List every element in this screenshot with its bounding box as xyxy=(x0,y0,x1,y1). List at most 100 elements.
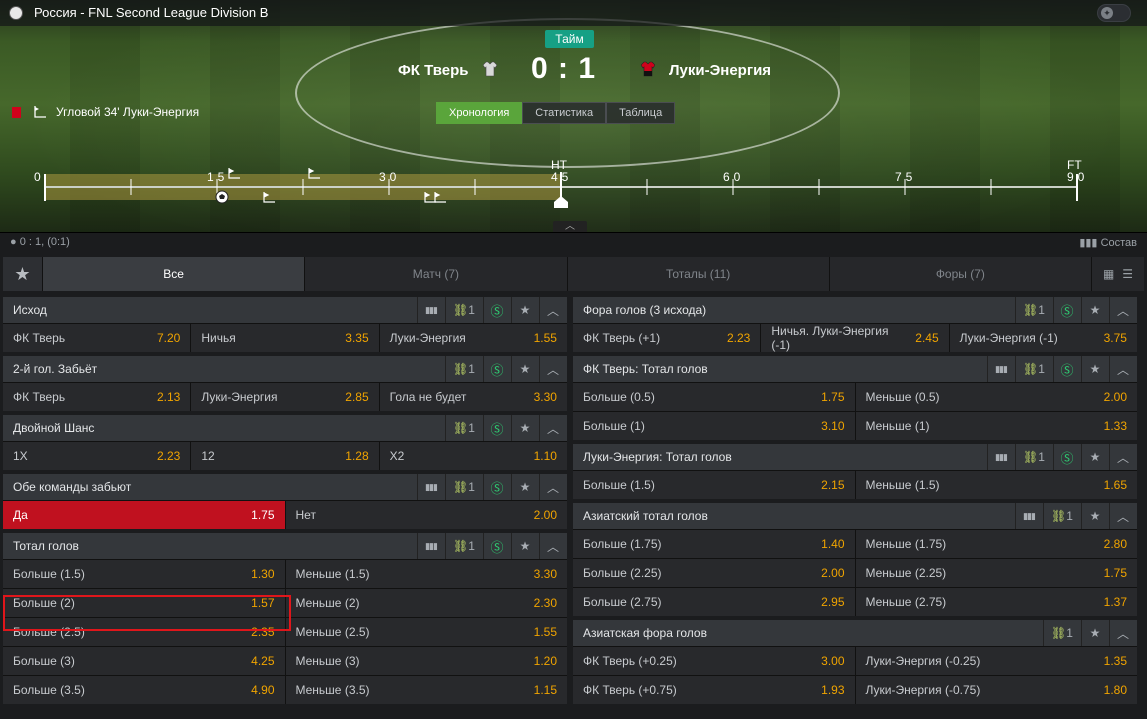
chevron-up-icon[interactable]: ︿ xyxy=(539,533,567,559)
link-icon[interactable]: ⛓ 1 xyxy=(1043,503,1081,529)
link-icon[interactable]: ⛓ 1 xyxy=(445,297,483,323)
chevron-up-icon[interactable]: ︿ xyxy=(539,297,567,323)
chevron-up-icon[interactable]: ︿ xyxy=(1109,444,1137,470)
odds-button[interactable]: Луки-Энергия 2.85 xyxy=(191,383,380,411)
chart-icon[interactable]: ▮▮▮ xyxy=(987,356,1015,382)
odds-button[interactable]: Больше (1.5) 1.30 xyxy=(3,560,286,588)
cashout-icon[interactable]: Ⓢ xyxy=(483,474,511,500)
tab-chronology[interactable]: Хронология xyxy=(436,102,523,124)
market-header[interactable]: Азиатская фора голов ︿ ★ ⛓ 1 xyxy=(573,620,1137,646)
star-icon[interactable]: ★ xyxy=(511,533,539,559)
tab-statistics[interactable]: Статистика xyxy=(522,102,607,124)
odds-button[interactable]: Нет 2.00 xyxy=(285,501,567,529)
odds-button[interactable]: ФК Тверь 2.13 xyxy=(3,383,192,411)
link-icon[interactable]: ⛓ 1 xyxy=(1043,620,1081,646)
odds-button[interactable]: 12 1.28 xyxy=(191,442,380,470)
star-icon[interactable]: ★ xyxy=(511,474,539,500)
odds-button[interactable]: 1X 2.23 xyxy=(3,442,192,470)
link-icon[interactable]: ⛓ 1 xyxy=(1015,444,1053,470)
odds-button[interactable]: Больше (3.5) 4.90 xyxy=(3,676,286,704)
odds-button[interactable]: ФК Тверь 7.20 xyxy=(3,324,192,352)
chevron-up-icon[interactable]: ︿ xyxy=(539,474,567,500)
link-icon[interactable]: ⛓ 1 xyxy=(1015,356,1053,382)
cashout-icon[interactable]: Ⓢ xyxy=(483,415,511,441)
odds-button[interactable]: Меньше (0.5) 2.00 xyxy=(855,383,1137,411)
odds-button[interactable]: Ничья. Луки-Энергия (-1) 2.45 xyxy=(761,324,950,352)
odds-button[interactable]: Меньше (2) 2.30 xyxy=(285,589,567,617)
chevron-up-icon[interactable]: ︿ xyxy=(1109,503,1137,529)
odds-button[interactable]: Больше (0.5) 1.75 xyxy=(573,383,856,411)
odds-button[interactable]: Больше (2) 1.57 xyxy=(3,589,286,617)
link-icon[interactable]: ⛓ 1 xyxy=(1015,297,1053,323)
market-header[interactable]: Двойной Шанс ︿ ★ Ⓢ ⛓ 1 xyxy=(3,415,567,441)
odds-button[interactable]: Меньше (1.75) 2.80 xyxy=(855,530,1137,558)
tab-all[interactable]: Все xyxy=(43,257,306,291)
odds-button[interactable]: ФК Тверь (+0.25) 3.00 xyxy=(573,647,856,675)
chart-icon[interactable]: ▮▮▮ xyxy=(417,533,445,559)
market-header[interactable]: Луки-Энергия: Тотал голов ︿ ★ Ⓢ ⛓ 1 ▮▮▮ xyxy=(573,444,1137,470)
grid-view-icon[interactable]: ▦ xyxy=(1103,267,1114,281)
chevron-up-icon[interactable]: ︿ xyxy=(1109,297,1137,323)
odds-button[interactable]: Луки-Энергия 1.55 xyxy=(379,324,567,352)
link-icon[interactable]: ⛓ 1 xyxy=(445,474,483,500)
cashout-icon[interactable]: Ⓢ xyxy=(1053,297,1081,323)
tab-totals[interactable]: Тоталы (11) xyxy=(567,257,830,291)
chart-icon[interactable]: ▮▮▮ xyxy=(987,444,1015,470)
chevron-up-icon[interactable]: ︿ xyxy=(539,415,567,441)
chart-icon[interactable]: ▮▮▮ xyxy=(417,474,445,500)
odds-button[interactable]: Больше (2.5) 2.35 xyxy=(3,618,286,646)
chevron-up-icon[interactable]: ︿ xyxy=(539,356,567,382)
odds-button[interactable]: Луки-Энергия (-0.25) 1.35 xyxy=(855,647,1137,675)
cashout-icon[interactable]: Ⓢ xyxy=(1053,444,1081,470)
collapse-header-button[interactable]: ︿ xyxy=(553,221,587,232)
market-header[interactable]: Фора голов (3 исхода) ︿ ★ Ⓢ ⛓ 1 xyxy=(573,297,1137,323)
star-icon[interactable]: ★ xyxy=(1081,503,1109,529)
odds-button[interactable]: Меньше (2.75) 1.37 xyxy=(855,588,1137,616)
odds-button[interactable]: Меньше (1) 1.33 xyxy=(855,412,1137,440)
list-view-icon[interactable]: ☰ xyxy=(1122,267,1133,281)
odds-button[interactable]: X2 1.10 xyxy=(379,442,567,470)
chart-icon[interactable]: ▮▮▮ xyxy=(1015,503,1043,529)
star-icon[interactable]: ★ xyxy=(511,297,539,323)
odds-button[interactable]: Меньше (3) 1.20 xyxy=(285,647,567,675)
odds-button[interactable]: Да 1.75 xyxy=(3,501,286,529)
tab-match[interactable]: Матч (7) xyxy=(305,257,568,291)
star-icon[interactable]: ★ xyxy=(511,415,539,441)
odds-button[interactable]: ФК Тверь (+0.75) 1.93 xyxy=(573,676,856,704)
chart-icon[interactable]: ▮▮▮ xyxy=(417,297,445,323)
link-icon[interactable]: ⛓ 1 xyxy=(445,356,483,382)
cashout-icon[interactable]: Ⓢ xyxy=(483,297,511,323)
market-header[interactable]: Обе команды забьют ︿ ★ Ⓢ ⛓ 1 ▮▮▮ xyxy=(3,474,567,500)
odds-button[interactable]: Больше (3) 4.25 xyxy=(3,647,286,675)
tab-handicaps[interactable]: Форы (7) xyxy=(829,257,1092,291)
odds-button[interactable]: Луки-Энергия (-1) 3.75 xyxy=(949,324,1137,352)
settings-toggle[interactable]: ✦ xyxy=(1097,4,1131,22)
star-icon[interactable]: ★ xyxy=(1081,297,1109,323)
cashout-icon[interactable]: Ⓢ xyxy=(483,356,511,382)
market-header[interactable]: Исход ︿ ★ Ⓢ ⛓ 1 ▮▮▮ xyxy=(3,297,567,323)
cashout-icon[interactable]: Ⓢ xyxy=(1053,356,1081,382)
lineup-link[interactable]: ▮▮▮ Состав xyxy=(1079,236,1137,249)
link-icon[interactable]: ⛓ 1 xyxy=(445,415,483,441)
favorites-star-icon[interactable]: ★ xyxy=(3,257,43,291)
market-header[interactable]: Тотал голов ︿ ★ Ⓢ ⛓ 1 ▮▮▮ xyxy=(3,533,567,559)
star-icon[interactable]: ★ xyxy=(1081,356,1109,382)
odds-button[interactable]: Ничья 3.35 xyxy=(191,324,380,352)
odds-button[interactable]: Меньше (3.5) 1.15 xyxy=(285,676,567,704)
odds-button[interactable]: ФК Тверь (+1) 2.23 xyxy=(573,324,762,352)
odds-button[interactable]: Меньше (1.5) 3.30 xyxy=(285,560,567,588)
market-header[interactable]: ФК Тверь: Тотал голов ︿ ★ Ⓢ ⛓ 1 ▮▮▮ xyxy=(573,356,1137,382)
odds-button[interactable]: Больше (1) 3.10 xyxy=(573,412,856,440)
chevron-up-icon[interactable]: ︿ xyxy=(1109,620,1137,646)
chevron-up-icon[interactable]: ︿ xyxy=(1109,356,1137,382)
tab-table[interactable]: Таблица xyxy=(606,102,676,124)
star-icon[interactable]: ★ xyxy=(511,356,539,382)
link-icon[interactable]: ⛓ 1 xyxy=(445,533,483,559)
odds-button[interactable]: Больше (2.75) 2.95 xyxy=(573,588,856,616)
odds-button[interactable]: Гола не будет 3.30 xyxy=(379,383,567,411)
star-icon[interactable]: ★ xyxy=(1081,444,1109,470)
market-header[interactable]: Азиатский тотал голов ︿ ★ ⛓ 1 ▮▮▮ xyxy=(573,503,1137,529)
star-icon[interactable]: ★ xyxy=(1081,620,1109,646)
odds-button[interactable]: Больше (2.25) 2.00 xyxy=(573,559,856,587)
odds-button[interactable]: Меньше (2.25) 1.75 xyxy=(855,559,1137,587)
